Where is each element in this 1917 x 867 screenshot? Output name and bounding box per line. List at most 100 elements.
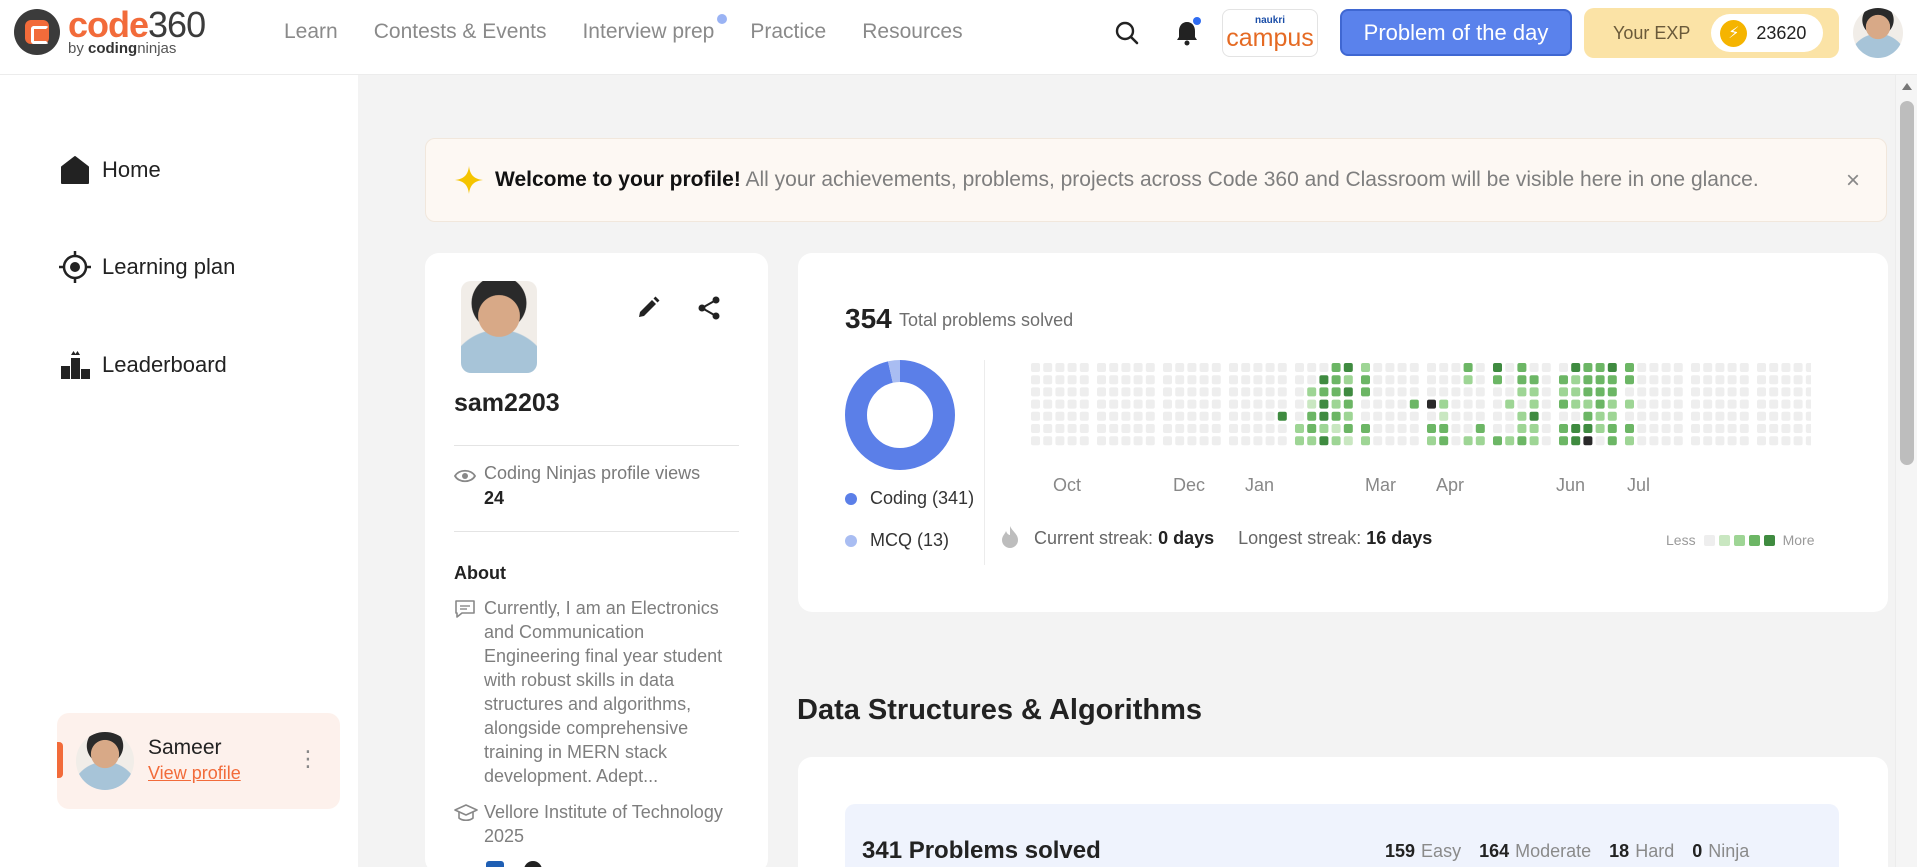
target-icon	[59, 251, 91, 283]
exp-badge[interactable]: Your EXP ⚡ 23620	[1584, 8, 1839, 58]
heatmap-cell	[1319, 375, 1329, 385]
heatmap-cell	[1673, 387, 1683, 397]
heatmap-cell	[1109, 424, 1119, 433]
heatmap-cell	[1781, 399, 1791, 409]
heatmap-cell	[1331, 411, 1341, 421]
heatmap-cell	[1331, 363, 1341, 372]
heatmap-cell	[1229, 375, 1238, 385]
heatmap-cell	[1265, 387, 1275, 397]
heatmap-cell	[1373, 375, 1383, 385]
logo-brand-ninjas: ninjas	[137, 40, 177, 57]
heatmap-cell	[1307, 399, 1317, 409]
heatmap-cell	[1079, 399, 1089, 409]
sidebar-item-learning-plan[interactable]: Learning plan	[58, 250, 235, 284]
heatmap-cell	[1439, 436, 1449, 446]
heatmap-cell	[1559, 424, 1568, 433]
heatmap-cell	[1307, 411, 1317, 421]
heatmap-cell	[1595, 375, 1605, 385]
heatmap-cell	[1427, 363, 1436, 372]
edit-pencil-icon[interactable]	[635, 295, 661, 321]
heatmap-cell	[1373, 436, 1383, 446]
close-icon[interactable]: ×	[1846, 167, 1860, 195]
heatmap-cell	[1493, 387, 1502, 397]
about-heading: About	[454, 563, 506, 583]
scroll-thumb[interactable]	[1900, 101, 1914, 465]
heatmap-cell	[1175, 387, 1185, 397]
heatmap-cell	[1343, 424, 1353, 433]
heatmap-cell	[1145, 424, 1155, 433]
profile-avatar	[461, 281, 537, 373]
heatmap-cell	[1187, 436, 1197, 446]
heatmap-cell	[1529, 375, 1539, 385]
heatmap-cell	[1649, 436, 1659, 446]
nav-practice[interactable]: Practice	[750, 20, 826, 44]
scale-box	[1718, 534, 1730, 546]
heatmap-cell	[1727, 363, 1737, 372]
heatmap-cell	[1463, 375, 1473, 385]
banner-message: All your achievements, problems, project…	[740, 168, 1759, 191]
heatmap-cell	[1637, 399, 1647, 409]
search-icon[interactable]	[1112, 18, 1142, 48]
scroll-up-arrow-icon[interactable]	[1902, 83, 1912, 90]
heatmap-cell	[1265, 411, 1275, 421]
heatmap-cell	[1691, 436, 1700, 446]
stat-value: 0	[1692, 841, 1703, 861]
heatmap-cell	[1691, 375, 1700, 385]
heatmap-cell	[1559, 387, 1568, 397]
sidebar-item-home[interactable]: Home	[58, 153, 161, 187]
heatmap-cell	[1673, 436, 1683, 446]
share-icon[interactable]	[696, 295, 722, 321]
heatmap-cell	[1133, 387, 1143, 397]
education-text: Vellore Institute of Technology 2025	[484, 802, 723, 846]
heatmap-cell	[1427, 399, 1436, 409]
heatmap-cell	[1175, 436, 1185, 446]
heatmap-cell	[1331, 424, 1341, 433]
heatmap-cell	[1067, 363, 1077, 372]
heatmap-cell	[1757, 424, 1766, 433]
about-text: Currently, I am an Electronics and Commu…	[484, 598, 723, 786]
bell-icon[interactable]	[1172, 17, 1202, 48]
nav-learn[interactable]: Learn	[284, 20, 338, 44]
heatmap-cell	[1295, 375, 1304, 385]
heatmap-cell	[1673, 411, 1683, 421]
heatmap-cell	[1145, 375, 1155, 385]
heatmap-cell	[1199, 363, 1209, 372]
divider	[454, 531, 739, 532]
header-avatar[interactable]	[1853, 8, 1903, 58]
heatmap-cell	[1595, 436, 1605, 446]
code360-logo[interactable]: code360 by codingninjas	[14, 7, 206, 57]
more-vertical-icon[interactable]: ⋮	[297, 746, 319, 772]
dsa-summary: 341 Problems solved 159 Easy 164 Moderate …	[845, 804, 1839, 867]
heatmap-cell	[1307, 387, 1317, 397]
view-profile-link[interactable]: View profile	[148, 763, 241, 784]
left-sidebar: Home Learning plan Leaderboard Sameer Vi…	[0, 75, 358, 867]
nav-resources[interactable]: Resources	[862, 20, 962, 44]
banner-title: Welcome to your profile!	[495, 168, 741, 191]
heatmap-cell	[1427, 387, 1436, 397]
heatmap-cell	[1307, 424, 1317, 433]
heatmap-cell	[1541, 375, 1551, 385]
heatmap-cell	[1067, 436, 1077, 446]
heatmap-cell	[1199, 399, 1209, 409]
page-scrollbar[interactable]	[1895, 75, 1917, 867]
heatmap-cell	[1187, 424, 1197, 433]
profile-views-label: Coding Ninjas profile views	[484, 463, 701, 483]
naukri-campus-button[interactable]: naukri campus	[1222, 9, 1318, 57]
linkedin-icon[interactable]	[486, 861, 504, 867]
heatmap-cell	[1241, 424, 1251, 433]
heatmap-cell	[1463, 411, 1473, 421]
heatmap-cell	[1571, 375, 1581, 385]
github-icon[interactable]	[524, 861, 542, 867]
heatmap-cell	[1769, 424, 1779, 433]
heatmap-cell	[1253, 363, 1263, 372]
avatar[interactable]	[76, 732, 134, 790]
heatmap-cell	[1757, 375, 1766, 385]
nav-interview-prep[interactable]: Interview prep	[582, 14, 728, 44]
heatmap-cell	[1727, 411, 1737, 421]
heatmap-cell	[1211, 399, 1221, 409]
nav-contests-events[interactable]: Contests & Events	[374, 20, 547, 44]
heatmap-cell	[1211, 387, 1221, 397]
sidebar-item-leaderboard[interactable]: Leaderboard	[58, 348, 227, 382]
heatmap-cell	[1031, 411, 1040, 421]
problem-of-the-day-button[interactable]: Problem of the day	[1340, 9, 1572, 56]
